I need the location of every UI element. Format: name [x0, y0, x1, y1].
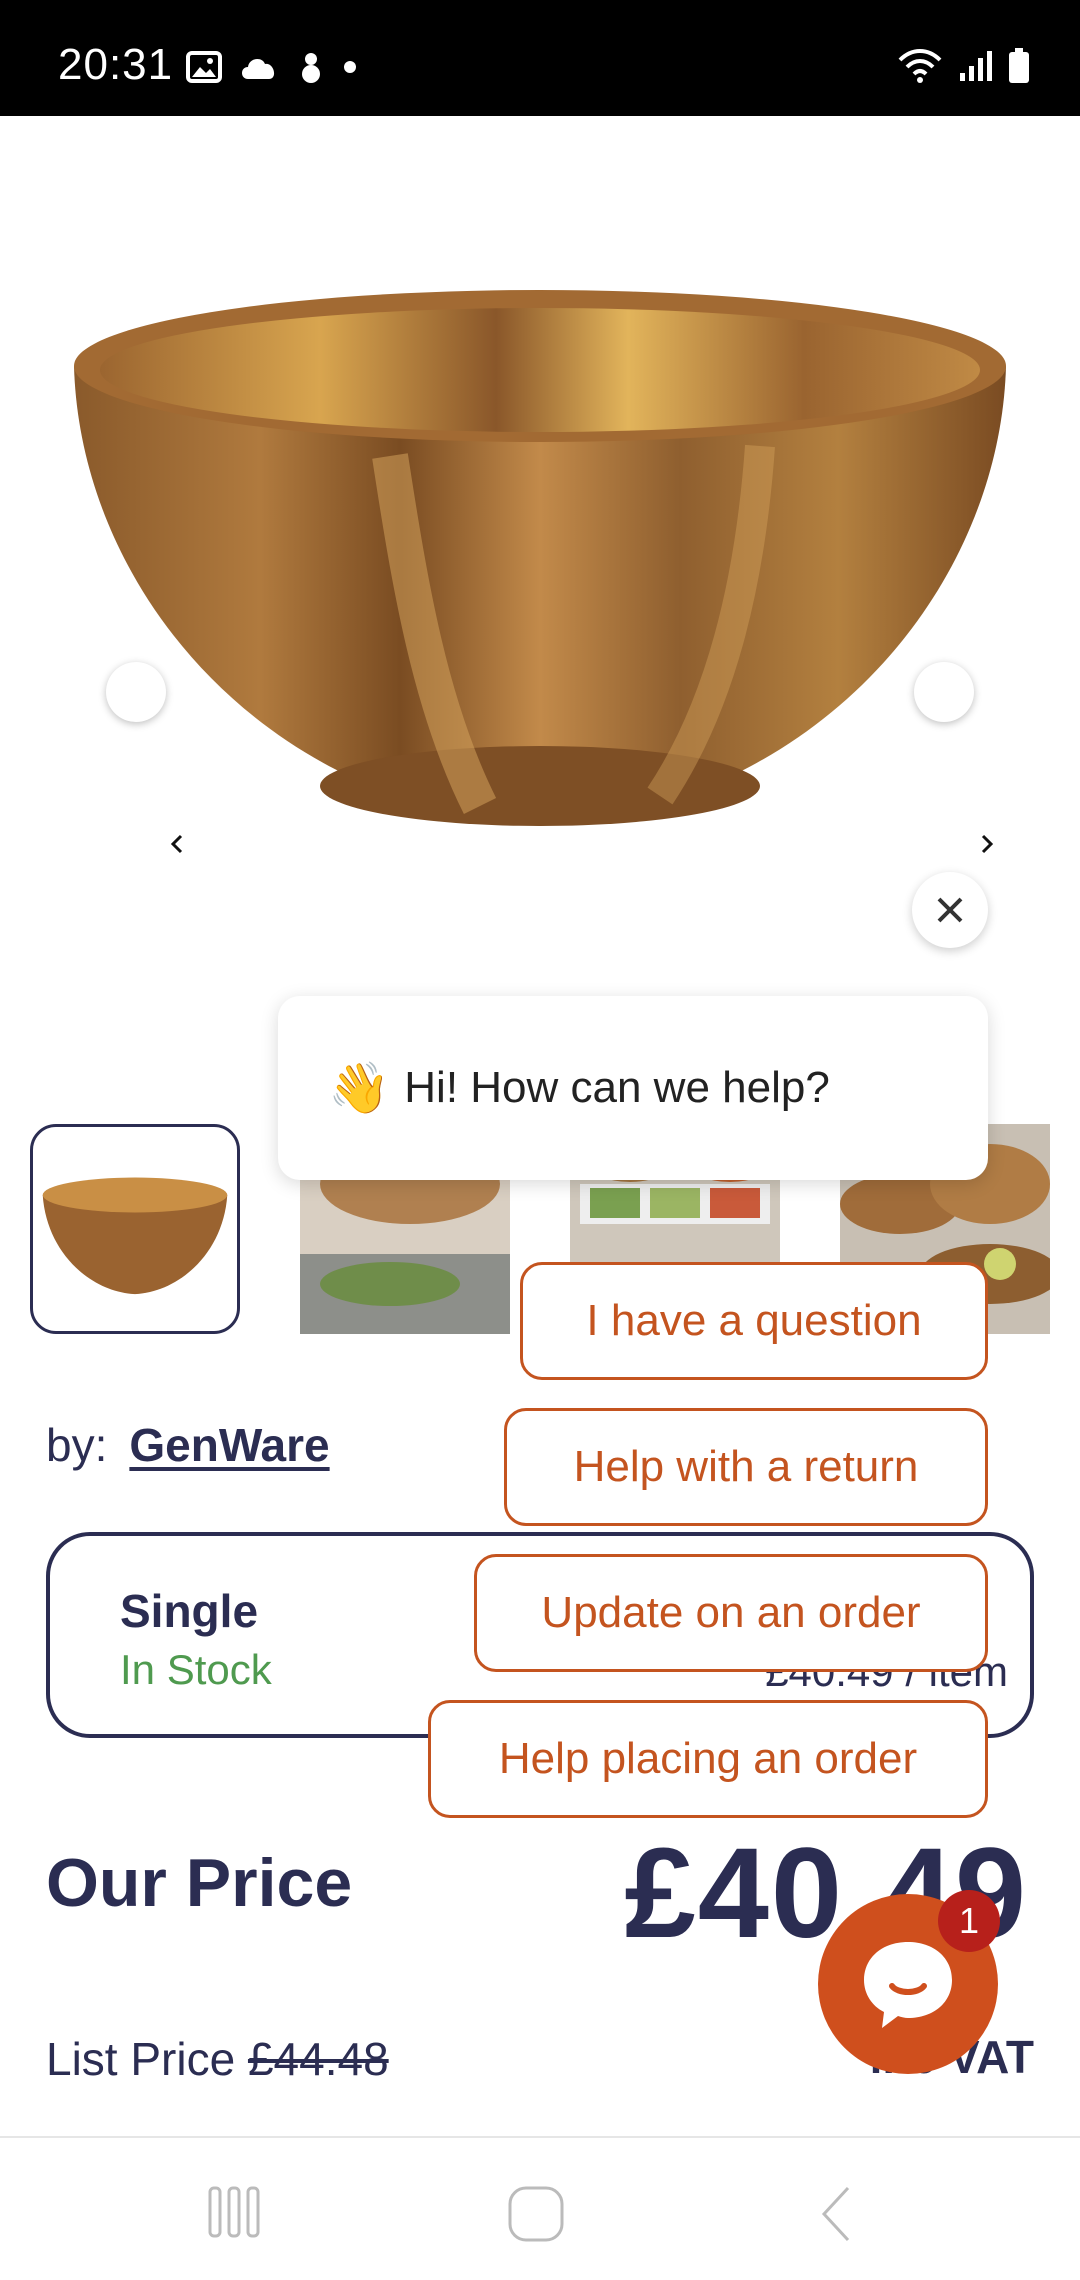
quick-reply-return[interactable]: Help with a return [504, 1408, 988, 1526]
chat-icon [864, 1942, 952, 2028]
snowman-icon [302, 53, 320, 83]
list-price-label: List Price [46, 2033, 236, 2085]
dot-icon [344, 61, 356, 73]
chat-greeting-text: Hi! How can we help? [404, 1063, 830, 1112]
list-price: List Price £44.48 [46, 2032, 389, 2086]
chevron-left-icon [170, 834, 183, 854]
status-bar: 20:31 [0, 0, 1080, 116]
variant-name: Single [120, 1585, 259, 1637]
brand-link[interactable]: GenWare [129, 1418, 329, 1472]
back-button[interactable] [816, 2184, 856, 2249]
gallery-icon [186, 51, 222, 83]
battery-icon [1009, 48, 1029, 83]
recent-apps-button[interactable] [206, 2184, 262, 2245]
home-icon [508, 2186, 564, 2242]
back-icon [821, 2186, 850, 2242]
signal-icon [960, 51, 992, 81]
waving-hand-icon: 👋 [328, 1059, 391, 1116]
quick-reply-order-update[interactable]: Update on an order [474, 1554, 988, 1672]
by-label: by: [46, 1419, 108, 1471]
product-image-gallery[interactable] [0, 116, 1080, 1006]
cloud-icon [242, 58, 275, 79]
product-image [74, 290, 1006, 826]
wifi-icon [898, 49, 942, 83]
our-price-label: Our Price [46, 1845, 353, 1921]
recent-apps-icon [208, 2186, 260, 2238]
brand-row: by: GenWare [46, 1418, 330, 1472]
quick-reply-placing-order[interactable]: Help placing an order [428, 1700, 988, 1818]
status-icons-right [896, 48, 1030, 84]
chevron-right-icon [981, 834, 994, 854]
quick-reply-question[interactable]: I have a question [520, 1262, 988, 1380]
thumbnail-1[interactable] [30, 1124, 240, 1334]
thumbnail-bowl-image [42, 1177, 228, 1295]
status-icons-left [186, 50, 358, 84]
gallery-prev-button[interactable] [106, 662, 183, 854]
system-nav-bar [0, 2136, 1080, 2280]
status-time: 20:31 [58, 40, 174, 89]
close-icon [937, 897, 963, 923]
chat-greeting-bubble: 👋 Hi! How can we help? [278, 996, 988, 1180]
stock-status: In Stock [120, 1646, 272, 1693]
list-price-value: £44.48 [247, 2033, 389, 2085]
chat-close-button[interactable] [912, 872, 988, 948]
home-button[interactable] [506, 2184, 566, 2249]
gallery-next-button[interactable] [914, 662, 994, 854]
unread-badge: 1 [938, 1890, 1000, 1952]
